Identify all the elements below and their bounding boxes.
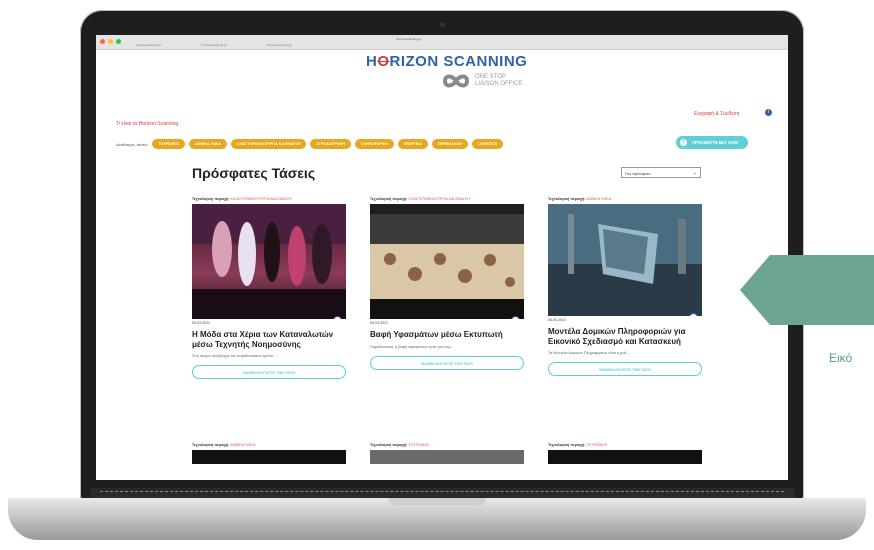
trend-filters: Διαθέσιμες τάσεις: ΤΟΥΡΙΣΜΟΣ ΔΟΜΙΚΑ ΥΛΙΚ… — [116, 139, 504, 149]
filter-pill[interactable]: ΚΛΩΣΤΟΫΦΑΝΤΟΥΡΓΙΑ ΚΑΙ ΕΝΔΥΣΗ — [231, 139, 307, 149]
filter-pill[interactable]: ΠΕΡΙΒΑΛΛΟΝ — [432, 139, 468, 149]
filter-pill[interactable]: ΕΝΕΡΓΕΙΑ — [398, 139, 429, 149]
card-excerpt: Τα Μοντέλα Δομικών Πληροφοριών είναι η μ… — [548, 351, 630, 355]
card-image[interactable] — [548, 450, 702, 464]
base-notch — [388, 498, 486, 505]
sort-select[interactable]: Πιο πρόσφατο ⌄ — [621, 167, 701, 178]
filter-pill[interactable]: ΑΓΡΟΔΙΑΤΡΟΦΗ — [310, 139, 351, 149]
card-image[interactable] — [370, 204, 524, 319]
history-icon[interactable] — [511, 316, 520, 319]
category-value[interactable]: ΚΛΩΣΤΟΫΦΑΝΤΟΥΡΓΙΑ ΚΑΙ ΕΝΔΥΣΗ — [230, 197, 291, 201]
category-label: Τεχνολογική περιοχή: — [548, 197, 586, 201]
page-title: Πρόσφατες Τάσεις — [192, 165, 316, 181]
subbrand: ONE STOP LIAISON OFFICE — [441, 73, 522, 89]
history-icon[interactable] — [333, 316, 342, 319]
browser-chrome: horizonscanning.gr horizonscanning.gr ho… — [96, 35, 788, 50]
trend-card[interactable]: Τεχνολογική περιοχή: ΔΟΜΙΚΑ ΥΛΙΚΑ 05.03.… — [548, 197, 702, 376]
browser-tab[interactable]: horizonscanning.gr — [267, 43, 292, 47]
runway-scene-image — [192, 204, 346, 319]
login-link[interactable]: Εγγραφή & Σύνδεση — [694, 111, 739, 117]
plus-icon: + — [680, 139, 687, 146]
card-category: Τεχνολογική περιοχή: ΤΟΥΡΙΣΜΟΣ — [370, 443, 524, 447]
category-label: Τεχνολογική περιοχή: — [192, 197, 230, 201]
webcam — [440, 22, 445, 27]
info-icon[interactable]: i — [765, 109, 772, 116]
keyboard-edge-line — [100, 491, 784, 495]
decorative-caption: Εικό — [829, 351, 853, 365]
card-category: Τεχνολογική περιοχή: ΔΟΜΙΚΑ ΥΛΙΚΑ — [548, 197, 702, 201]
card-title[interactable]: Βαφή Υφασμάτων μέσω Εκτυπωτή — [370, 330, 524, 340]
card-image[interactable] — [370, 450, 524, 464]
filter-label: Διαθέσιμες τάσεις: — [116, 141, 149, 147]
address-bar[interactable]: horizonscanning.gr — [396, 37, 421, 41]
logo-part: O — [377, 53, 390, 70]
infinity-icon — [442, 74, 470, 88]
category-label: Τεχνολογική περιοχή: — [370, 443, 408, 447]
logo-part: RIZON SCANNING — [389, 53, 528, 70]
card-title[interactable]: Η Μόδα στα Χέρια των Καταναλωτών μέσω Τε… — [192, 330, 346, 349]
minimize-icon[interactable] — [108, 39, 113, 44]
trend-card[interactable]: Τεχνολογική περιοχή: ΚΛΩΣΤΟΫΦΑΝΤΟΥΡΓΙΑ Κ… — [370, 197, 524, 370]
decorative-arrow-shape — [740, 255, 874, 325]
category-label: Τεχνολογική περιοχή: — [548, 443, 586, 447]
subbrand-line: LIAISON OFFICE — [475, 81, 523, 87]
site-logo[interactable]: HORIZON SCANNING — [366, 53, 527, 70]
category-value[interactable]: ΔΟΜΙΚΑ ΥΛΙΚΑ — [586, 197, 611, 201]
rate-trend-button[interactable]: ΒΑΘΜΟΛΟΓΗΣΤΕ ΤΗΝ ΤΑΣΗ — [548, 362, 702, 376]
maximize-icon[interactable] — [116, 39, 121, 44]
browser-tab[interactable]: horizonscanning.gr — [201, 43, 226, 47]
card-category: Τεχνολογική περιοχή: ΚΛΩΣΤΟΫΦΑΝΤΟΥΡΓΙΑ Κ… — [370, 197, 524, 201]
category-value[interactable]: ΤΟΥΡΙΣΜΟΣ — [586, 443, 607, 447]
card-category: Τεχνολογική περιοχή: ΔΟΜΙΚΑ ΥΛΙΚΑ — [192, 443, 346, 447]
trend-card[interactable]: Τεχνολογική περιοχή: ΤΟΥΡΙΣΜΟΣ — [370, 443, 524, 464]
card-image[interactable] — [192, 450, 346, 464]
laptop-lid: horizonscanning.gr horizonscanning.gr ho… — [80, 10, 804, 500]
filter-pill[interactable]: ΔΟΜΙΚΑ ΥΛΙΚΑ — [189, 139, 228, 149]
card-date: 05.03.2021 — [370, 321, 388, 325]
category-value[interactable]: ΔΟΜΙΚΑ ΥΛΙΚΑ — [230, 443, 255, 447]
category-label: Τεχνολογική περιοχή: — [192, 443, 230, 447]
card-date: 05.03.2021 — [548, 318, 566, 322]
rate-trend-button[interactable]: ΒΑΘΜΟΛΟΓΗΣΤΕ ΤΗΝ ΤΑΣΗ — [192, 365, 346, 379]
card-excerpt: Ένα ακόμα πρόβλημα του παραδοσιακού τρόπ… — [192, 354, 277, 358]
card-title[interactable]: Μοντέλα Δομικών Πληροφοριών για Εικονικό… — [548, 327, 702, 346]
tab-strip: horizonscanning.gr horizonscanning.gr ho… — [136, 43, 292, 47]
card-image[interactable] — [548, 204, 702, 316]
filter-pill[interactable]: ΠΛΗΡΟΦΟΡΙΚΗ — [354, 139, 395, 149]
trend-card[interactable]: Τεχνολογική περιοχή: ΔΟΜΙΚΑ ΥΛΙΚΑ — [192, 443, 346, 464]
card-excerpt: Παραδοσιακά, η βαφή υφασμάτων ήταν μια π… — [370, 344, 454, 349]
filter-pill[interactable]: ΤΟΥΡΙΣΜΟΣ — [152, 139, 186, 149]
trend-card[interactable]: Τεχνολογική περιοχή: ΤΟΥΡΙΣΜΟΣ — [548, 443, 702, 464]
card-date: 05.03.2021 — [192, 321, 210, 325]
subbrand-line: ONE STOP — [475, 74, 506, 80]
about-link[interactable]: Τι είναι το Horizon Scanning — [116, 121, 178, 127]
trend-card[interactable]: Τεχνολογική περιοχή: ΚΛΩΣΤΟΫΦΑΝΤΟΥΡΓΙΑ Κ… — [192, 197, 346, 379]
add-trend-button[interactable]: + ΠΡΟΣΘΕΣΤΕ ΜΙΑ ΤΑΣΗ — [676, 136, 749, 149]
category-label: Τεχνολογική περιοχή: — [370, 197, 408, 201]
card-image[interactable] — [192, 204, 346, 319]
category-value[interactable]: ΤΟΥΡΙΣΜΟΣ — [408, 443, 429, 447]
add-trend-label: ΠΡΟΣΘΕΣΤΕ ΜΙΑ ΤΑΣΗ — [692, 140, 739, 145]
rate-trend-button[interactable]: ΒΑΘΜΟΛΟΓΗΣΤΕ ΤΗΝ ΤΑΣΗ — [370, 355, 524, 370]
card-category: Τεχνολογική περιοχή: ΚΛΩΣΤΟΫΦΑΝΤΟΥΡΓΙΑ Κ… — [192, 197, 346, 201]
chevron-down-icon: ⌄ — [692, 170, 697, 176]
close-icon[interactable] — [100, 39, 105, 44]
building-model-image — [548, 204, 702, 316]
sort-value: Πιο πρόσφατο — [625, 171, 651, 176]
history-icon[interactable] — [689, 313, 698, 316]
textile-printer-image — [370, 204, 524, 319]
laptop-base — [8, 498, 866, 540]
card-category: Τεχνολογική περιοχή: ΤΟΥΡΙΣΜΟΣ — [548, 443, 702, 447]
window-controls[interactable] — [100, 39, 121, 44]
category-value[interactable]: ΚΛΩΣΤΟΫΦΑΝΤΟΥΡΓΙΑ ΚΑΙ ΕΝΔΥΣΗ — [408, 197, 469, 201]
screen: horizonscanning.gr horizonscanning.gr ho… — [96, 35, 788, 480]
logo-part: H — [366, 53, 378, 70]
browser-tab[interactable]: horizonscanning.gr — [136, 43, 161, 47]
filter-pill[interactable]: LOGISTICS — [471, 139, 504, 149]
